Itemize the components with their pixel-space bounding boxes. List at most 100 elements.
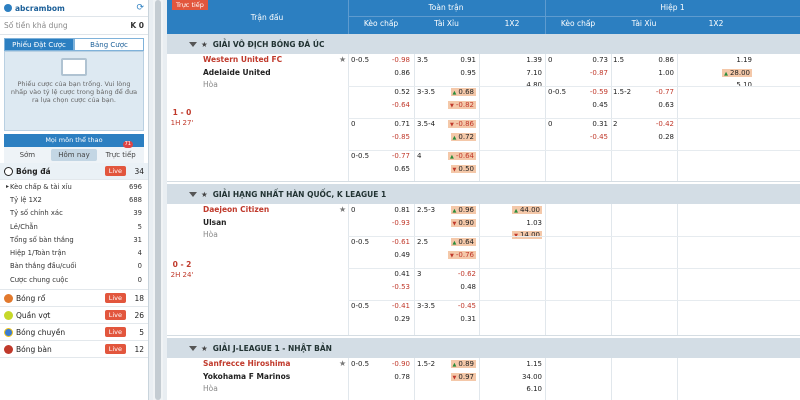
tab-betslip[interactable]: Phiếu Đặt Cược (4, 38, 74, 51)
league-header[interactable]: ★ GIẢI VÔ ĐỊCH BÓNG ĐÁ ÚC (167, 34, 800, 54)
x2-odds[interactable]: 34.00 (497, 371, 542, 384)
ft-ou-bot-odds[interactable]: 0.90 (439, 217, 476, 230)
xd-odds[interactable]: 6.10 (497, 383, 542, 396)
h1-top-odds[interactable]: 0.73 (572, 54, 608, 67)
x1-odds[interactable]: 1.15 (497, 358, 542, 371)
favorite-star-icon[interactable]: ★ (201, 190, 208, 199)
ft-h-bot-odds[interactable]: -0.64 (377, 99, 410, 112)
ft-h-top-odds[interactable]: -0.98 (377, 54, 410, 67)
match-favorite-star-icon[interactable]: ★ (339, 359, 346, 368)
ft-ou-bot-odds[interactable]: -0.76 (439, 249, 476, 262)
sport-tennis[interactable]: Quần vợt Live 26 (0, 307, 148, 325)
ft-h-top-odds[interactable]: 0.71 (377, 118, 410, 131)
team-home[interactable]: Western United FC (203, 54, 348, 67)
ft-h-bot-odds[interactable]: 0.86 (377, 67, 410, 80)
collapse-icon[interactable] (189, 191, 197, 197)
market-item[interactable]: Lẻ/Chẵn 5 (0, 220, 148, 233)
ft-h-top-odds[interactable]: 0.41 (377, 268, 410, 281)
sport-volleyball[interactable]: Bóng chuyền Live 5 (0, 324, 148, 342)
h1-ou-top-odds[interactable]: -0.42 (635, 118, 674, 131)
username[interactable]: abcrambom (15, 4, 136, 13)
team-home[interactable]: Sanfrecce Hiroshima (203, 358, 348, 371)
scrollbar-thumb[interactable] (155, 0, 161, 400)
league-header[interactable]: ★ GIẢI HẠNG NHẤT HÀN QUỐC, K LEAGUE 1 (167, 184, 800, 204)
ft-h-bot-odds[interactable]: -0.85 (377, 131, 410, 144)
ft-h-bot-odds[interactable]: 0.29 (377, 313, 410, 326)
ft-h-bot-odds[interactable]: 0.65 (377, 163, 410, 176)
ft-ou-bot-odds[interactable]: 0.48 (439, 281, 476, 294)
sidebar-scrollbar[interactable] (153, 0, 163, 400)
market-item[interactable]: Kèo chấp & tài xỉu 696 (0, 180, 148, 193)
tab-early[interactable]: Sớm (4, 151, 51, 159)
ft-ou-top-odds[interactable]: -0.64 (439, 150, 476, 163)
ft-ou-bot-odds[interactable]: -0.82 (439, 99, 476, 112)
ft-h-top-odds[interactable]: 0.81 (377, 204, 410, 217)
market-item[interactable]: Tổng số bàn thắng 31 (0, 233, 148, 246)
market-item[interactable]: Tỷ số chính xác 39 (0, 207, 148, 220)
favorite-star-icon[interactable]: ★ (201, 344, 208, 353)
tab-live[interactable]: Trực tiếp (97, 151, 144, 159)
team-away[interactable]: Ulsan (203, 217, 348, 230)
collapse-icon[interactable] (189, 41, 197, 47)
y2-odds[interactable]: 28.00 (697, 67, 752, 80)
favorite-star-icon[interactable]: ★ (201, 40, 208, 49)
y1-odds[interactable]: 1.19 (707, 54, 752, 67)
collapse-icon[interactable] (189, 345, 197, 351)
team-away[interactable]: Adelaide United (203, 67, 348, 80)
h1-bot-odds[interactable]: -0.45 (572, 131, 608, 144)
x1-odds[interactable]: 1.39 (497, 54, 542, 67)
market-item[interactable]: Hiệp 1/Toàn trận 4 (0, 246, 148, 259)
ft-ou-top-odds[interactable]: 0.89 (439, 358, 476, 371)
match-favorite-star-icon[interactable]: ★ (339, 55, 346, 64)
market-item[interactable]: Bàn thắng đầu/cuối 0 (0, 260, 148, 273)
sport-basketball[interactable]: Bóng rổ Live 18 (0, 290, 148, 308)
team-away[interactable]: Yokohama F Marinos (203, 371, 348, 384)
tab-today[interactable]: Hôm nay (50, 149, 98, 161)
ft-h-bot-odds[interactable]: -0.53 (377, 281, 410, 294)
ft-ou-top-odds[interactable]: 0.68 (439, 86, 476, 99)
ft-ou-top-odds[interactable]: -0.86 (439, 118, 476, 131)
live-badge[interactable]: Live (104, 344, 126, 355)
h1-ou-top-odds[interactable]: 0.86 (635, 54, 674, 67)
match-favorite-star-icon[interactable]: ★ (339, 205, 346, 214)
ft-h-bot-odds[interactable]: -0.93 (377, 217, 410, 230)
ft-h-top-odds[interactable]: -0.77 (377, 150, 410, 163)
league-header[interactable]: ★ GIẢI J-LEAGUE 1 - NHẬT BẢN (167, 338, 800, 358)
live-tag[interactable]: Trực tiếp (172, 0, 208, 10)
ft-h-bot-odds[interactable]: 0.78 (377, 371, 410, 384)
x2-odds[interactable]: 7.10 (497, 67, 542, 80)
ft-ou-bot-odds[interactable]: 0.72 (439, 131, 476, 144)
market-item[interactable]: Cược chung cuộc 0 (0, 273, 148, 286)
refresh-icon[interactable]: ⟳ (136, 3, 144, 13)
ft-ou-top-odds[interactable]: -0.62 (439, 268, 476, 281)
ft-h-top-odds[interactable]: -0.90 (377, 358, 410, 371)
h1-ou-bot-odds[interactable]: 0.63 (635, 99, 674, 112)
ft-h-top-odds[interactable]: 0.52 (377, 86, 410, 99)
h1-top-odds[interactable]: -0.59 (572, 86, 608, 99)
live-badge[interactable]: Live (104, 310, 126, 321)
live-badge[interactable]: Live (104, 327, 126, 338)
h1-bot-odds[interactable]: 0.45 (572, 99, 608, 112)
ft-ou-bot-odds[interactable]: 0.50 (439, 163, 476, 176)
team-home[interactable]: Daejeon Citizen (203, 204, 348, 217)
x1-odds[interactable]: 44.00 (497, 204, 542, 217)
ft-h-top-odds[interactable]: -0.41 (377, 300, 410, 313)
live-badge[interactable]: Live (104, 166, 126, 176)
h1-ou-bot-odds[interactable]: 1.00 (635, 67, 674, 80)
ft-ou-top-odds[interactable]: -0.45 (439, 300, 476, 313)
ft-ou-bot-odds[interactable]: 0.95 (439, 67, 476, 80)
sport-football[interactable]: Bóng đá Live 34 (0, 163, 148, 180)
x2-odds[interactable]: 1.03 (497, 217, 542, 230)
h1-ou-top-odds[interactable]: -0.77 (635, 86, 674, 99)
h1-top-odds[interactable]: 0.31 (572, 118, 608, 131)
live-badge[interactable]: Live (104, 293, 126, 304)
market-item[interactable]: Tỷ lệ 1X2 688 (0, 193, 148, 206)
ft-ou-bot-odds[interactable]: 0.31 (439, 313, 476, 326)
ft-ou-top-odds[interactable]: 0.64 (439, 236, 476, 249)
ft-ou-top-odds[interactable]: 0.96 (439, 204, 476, 217)
tab-odds-table[interactable]: Bảng Cược (74, 38, 144, 51)
sport-table-tennis[interactable]: Bóng bàn Live 12 (0, 341, 148, 359)
h1-ou-bot-odds[interactable]: 0.28 (635, 131, 674, 144)
ft-ou-top-odds[interactable]: 0.91 (439, 54, 476, 67)
ft-ou-bot-odds[interactable]: 0.97 (439, 371, 476, 384)
